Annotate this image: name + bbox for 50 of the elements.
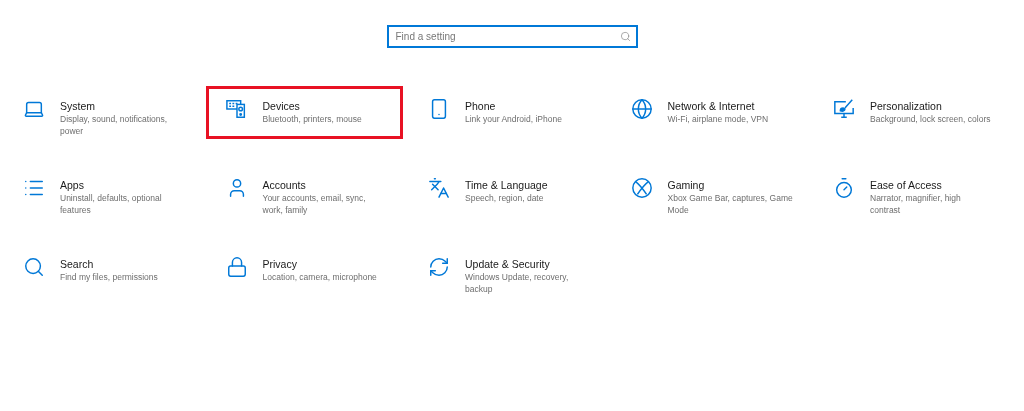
settings-category[interactable]: Phone Link your Android, iPhone — [408, 86, 605, 139]
settings-category[interactable]: Personalization Background, lock screen, colors — [813, 86, 1010, 139]
category-description: Wi-Fi, airplane mode, VPN — [667, 113, 769, 125]
settings-category[interactable]: Time & Language Speech, region, date — [408, 165, 605, 218]
category-title: Privacy — [262, 257, 298, 271]
category-title: Apps — [60, 178, 85, 192]
category-description: Narrator, magnifier, high contrast — [870, 192, 961, 216]
search-icon — [619, 31, 631, 42]
settings-category[interactable]: System Display, sound, notifications, power — [3, 86, 200, 139]
settings-category[interactable]: Devices Bluetooth, printers, mouse — [205, 86, 403, 139]
category-description: Uninstall, defaults, optional features — [60, 192, 162, 216]
settings-category[interactable]: Update & Security Windows Update, recovery, backup — [408, 244, 605, 297]
category-description: Bluetooth, printers, mouse — [262, 113, 362, 125]
category-description: Your accounts, email, sync, work, family — [262, 192, 366, 216]
monitor-brush-icon — [833, 98, 855, 120]
keyboard-speaker-icon — [225, 98, 248, 120]
settings-category[interactable]: Ease of Access Narrator, magnifier, high contrast — [813, 165, 1010, 218]
category-description: Location, camera, microphone — [262, 271, 377, 283]
category-description: Speech, region, date — [465, 192, 545, 204]
category-description: Windows Update, recovery, backup — [465, 271, 569, 295]
category-title: Phone — [465, 99, 497, 113]
lock-icon — [225, 256, 248, 278]
category-title: Ease of Access — [870, 178, 943, 192]
category-title: Update & Security — [465, 257, 551, 271]
category-description: Find my files, permissions — [60, 271, 158, 283]
language-icon — [428, 177, 450, 199]
category-description: Background, lock screen, colors — [870, 113, 991, 125]
category-description: Display, sound, notifications, power — [60, 113, 168, 137]
category-title: Gaming — [667, 178, 706, 192]
category-title: Search — [60, 257, 95, 271]
search-icon — [23, 256, 45, 278]
settings-category[interactable]: Gaming Xbox Game Bar, captures, Game Mode — [610, 165, 808, 218]
settings-category[interactable]: Privacy Location, camera, microphone — [205, 244, 403, 297]
search-field[interactable]: Find a setting — [386, 25, 638, 48]
category-title: Network & Internet — [667, 99, 756, 113]
category-title: System — [60, 99, 96, 113]
category-title: Time & Language — [465, 178, 548, 192]
settings-category[interactable]: Network & Internet Wi-Fi, airplane mode, VPN — [610, 86, 808, 139]
timer-icon — [833, 177, 855, 199]
category-title: Personalization — [870, 99, 943, 113]
category-description: Link your Android, iPhone — [465, 113, 562, 125]
settings-category[interactable]: Search Find my files, permissions — [3, 244, 200, 297]
category-title: Accounts — [262, 178, 307, 192]
category-description: Xbox Game Bar, captures, Game Mode — [667, 192, 793, 216]
category-title: Devices — [262, 99, 301, 113]
circle-x-icon — [630, 177, 653, 199]
sync-icon — [428, 256, 450, 278]
settings-category[interactable]: Accounts Your accounts, email, sync, work, family — [205, 165, 403, 218]
settings-category[interactable]: Apps Uninstall, defaults, optional features — [3, 165, 200, 218]
globe-icon — [630, 98, 653, 120]
